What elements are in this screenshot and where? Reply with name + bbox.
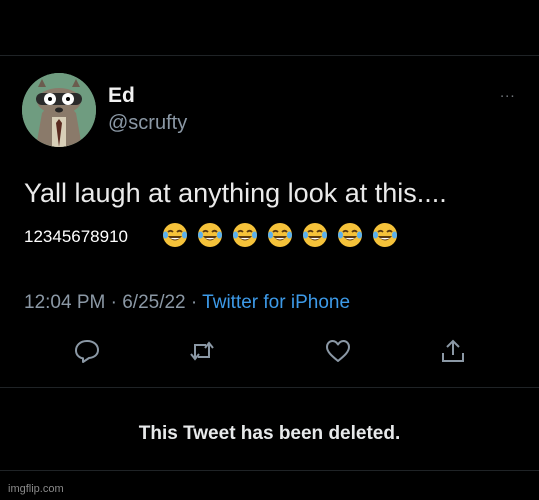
share-icon[interactable] bbox=[438, 336, 468, 366]
avatar[interactable] bbox=[22, 73, 96, 147]
face-with-tears-of-joy-icon bbox=[303, 223, 327, 247]
watermark: imgflip.com bbox=[8, 483, 64, 495]
face-with-tears-of-joy-icon bbox=[338, 223, 362, 247]
face-with-tears-of-joy-icon bbox=[198, 223, 222, 247]
like-icon[interactable] bbox=[323, 336, 353, 366]
mid-divider bbox=[0, 387, 539, 388]
tweet-source-link[interactable]: Twitter for iPhone bbox=[202, 292, 350, 313]
tweet-time[interactable]: 12:04 PM bbox=[24, 292, 105, 313]
tweet-text: Yall laugh at anything look at this.... bbox=[24, 178, 447, 208]
author-handle[interactable]: @scrufty bbox=[108, 112, 187, 135]
bottom-divider bbox=[0, 470, 539, 471]
raccoon-avatar-icon bbox=[22, 73, 96, 147]
deleted-notice: This Tweet has been deleted. bbox=[138, 423, 401, 444]
face-with-tears-of-joy-icon bbox=[268, 223, 292, 247]
meta-separator: · bbox=[105, 292, 123, 313]
top-divider bbox=[0, 55, 539, 56]
face-with-tears-of-joy-icon bbox=[233, 223, 257, 247]
face-with-tears-of-joy-icon bbox=[373, 223, 397, 247]
retweet-icon[interactable] bbox=[187, 336, 217, 366]
more-options-icon[interactable]: ... bbox=[500, 84, 516, 101]
author-name[interactable]: Ed bbox=[108, 84, 135, 108]
tweet-number-text: 12345678910 bbox=[24, 227, 129, 246]
face-with-tears-of-joy-icon bbox=[163, 223, 187, 247]
tweet-date[interactable]: 6/25/22 bbox=[122, 292, 185, 313]
tweet-card: Ed @scrufty ... Yall laugh at anything l… bbox=[0, 0, 539, 500]
tweet-meta: 12:04 PM · 6/25/22 · Twitter for iPhone bbox=[24, 292, 350, 314]
reply-icon[interactable] bbox=[72, 336, 102, 366]
meta-separator: · bbox=[185, 292, 203, 313]
action-bar bbox=[0, 336, 539, 368]
